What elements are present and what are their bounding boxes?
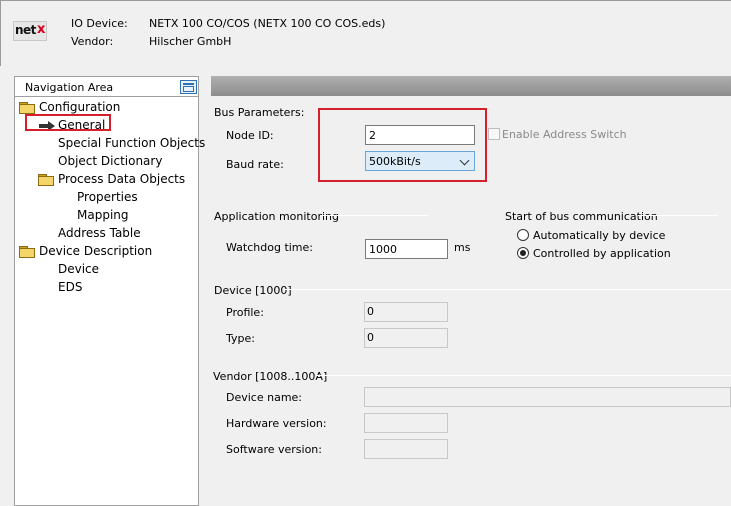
folder-icon — [38, 174, 54, 186]
watchdog-unit: ms — [454, 241, 471, 254]
profile-field: 0 — [364, 302, 448, 322]
vendor-label: Vendor: — [71, 35, 114, 48]
bus-parameters-title: Bus Parameters: — [214, 106, 305, 119]
enable-address-switch-checkbox[interactable] — [488, 128, 500, 140]
tree-item-mapping[interactable]: Mapping — [77, 208, 129, 222]
watchdog-time-label: Watchdog time: — [226, 241, 313, 254]
tree-item-properties[interactable]: Properties — [77, 190, 138, 204]
tree-item-device[interactable]: Device — [58, 262, 99, 276]
device-section-title: Device [1000] — [214, 284, 292, 297]
divider — [638, 215, 718, 216]
tree-item-special-function-objects[interactable]: Special Function Objects — [58, 136, 205, 150]
folder-icon — [19, 246, 35, 258]
tree-item-configuration[interactable]: Configuration — [19, 100, 120, 114]
software-version-field — [364, 439, 448, 459]
tree-item-object-dictionary[interactable]: Object Dictionary — [58, 154, 162, 168]
radio-automatically-by-device[interactable] — [517, 229, 529, 241]
tree-item-device-description[interactable]: Device Description — [19, 244, 152, 258]
navigation-title: Navigation Area — [25, 81, 114, 94]
tree-item-process-data-objects[interactable]: Process Data Objects — [38, 172, 185, 186]
software-version-label: Software version: — [226, 443, 322, 456]
device-header: net x IO Device: NETX 100 CO/COS (NETX 1… — [0, 0, 731, 66]
vendor-section-title: Vendor [1008..100A] — [213, 370, 328, 383]
node-id-label: Node ID: — [226, 129, 274, 142]
application-monitoring-title: Application monitoring — [214, 210, 340, 223]
option-automatically-by-device: Automatically by device — [533, 229, 666, 242]
tree-item-address-table[interactable]: Address Table — [58, 226, 141, 240]
profile-label: Profile: — [226, 306, 264, 319]
panel-title-bar — [211, 76, 731, 96]
divider — [316, 375, 731, 376]
navigation-header: Navigation Area — [15, 77, 198, 97]
divider — [284, 289, 731, 290]
netx-logo: net x — [13, 21, 47, 41]
window-toggle-icon[interactable] — [180, 80, 197, 94]
start-bus-communication-title: Start of bus communication — [505, 210, 658, 223]
hardware-version-field — [364, 413, 448, 433]
divider — [320, 215, 428, 216]
type-label: Type: — [226, 332, 255, 345]
watchdog-time-input[interactable]: 1000 — [365, 239, 448, 259]
vendor-value: Hilscher GmbH — [149, 35, 232, 48]
io-device-value: NETX 100 CO/COS (NETX 100 CO COS.eds) — [149, 17, 386, 30]
folder-icon — [19, 102, 35, 114]
radio-controlled-by-application[interactable] — [517, 247, 529, 259]
enable-address-switch-label: Enable Address Switch — [502, 128, 627, 141]
io-device-label: IO Device: — [71, 17, 128, 30]
tree-item-eds[interactable]: EDS — [58, 280, 82, 294]
highlight-box-general — [25, 114, 111, 131]
type-field: 0 — [364, 328, 448, 348]
option-controlled-by-application: Controlled by application — [533, 247, 671, 260]
device-name-field — [364, 387, 731, 407]
baud-rate-label: Baud rate: — [226, 158, 284, 171]
device-name-label: Device name: — [226, 391, 303, 404]
hardware-version-label: Hardware version: — [226, 417, 327, 430]
highlight-box-bus-parameters — [318, 108, 487, 182]
navigation-area: Navigation Area Configuration General Sp… — [14, 76, 205, 506]
